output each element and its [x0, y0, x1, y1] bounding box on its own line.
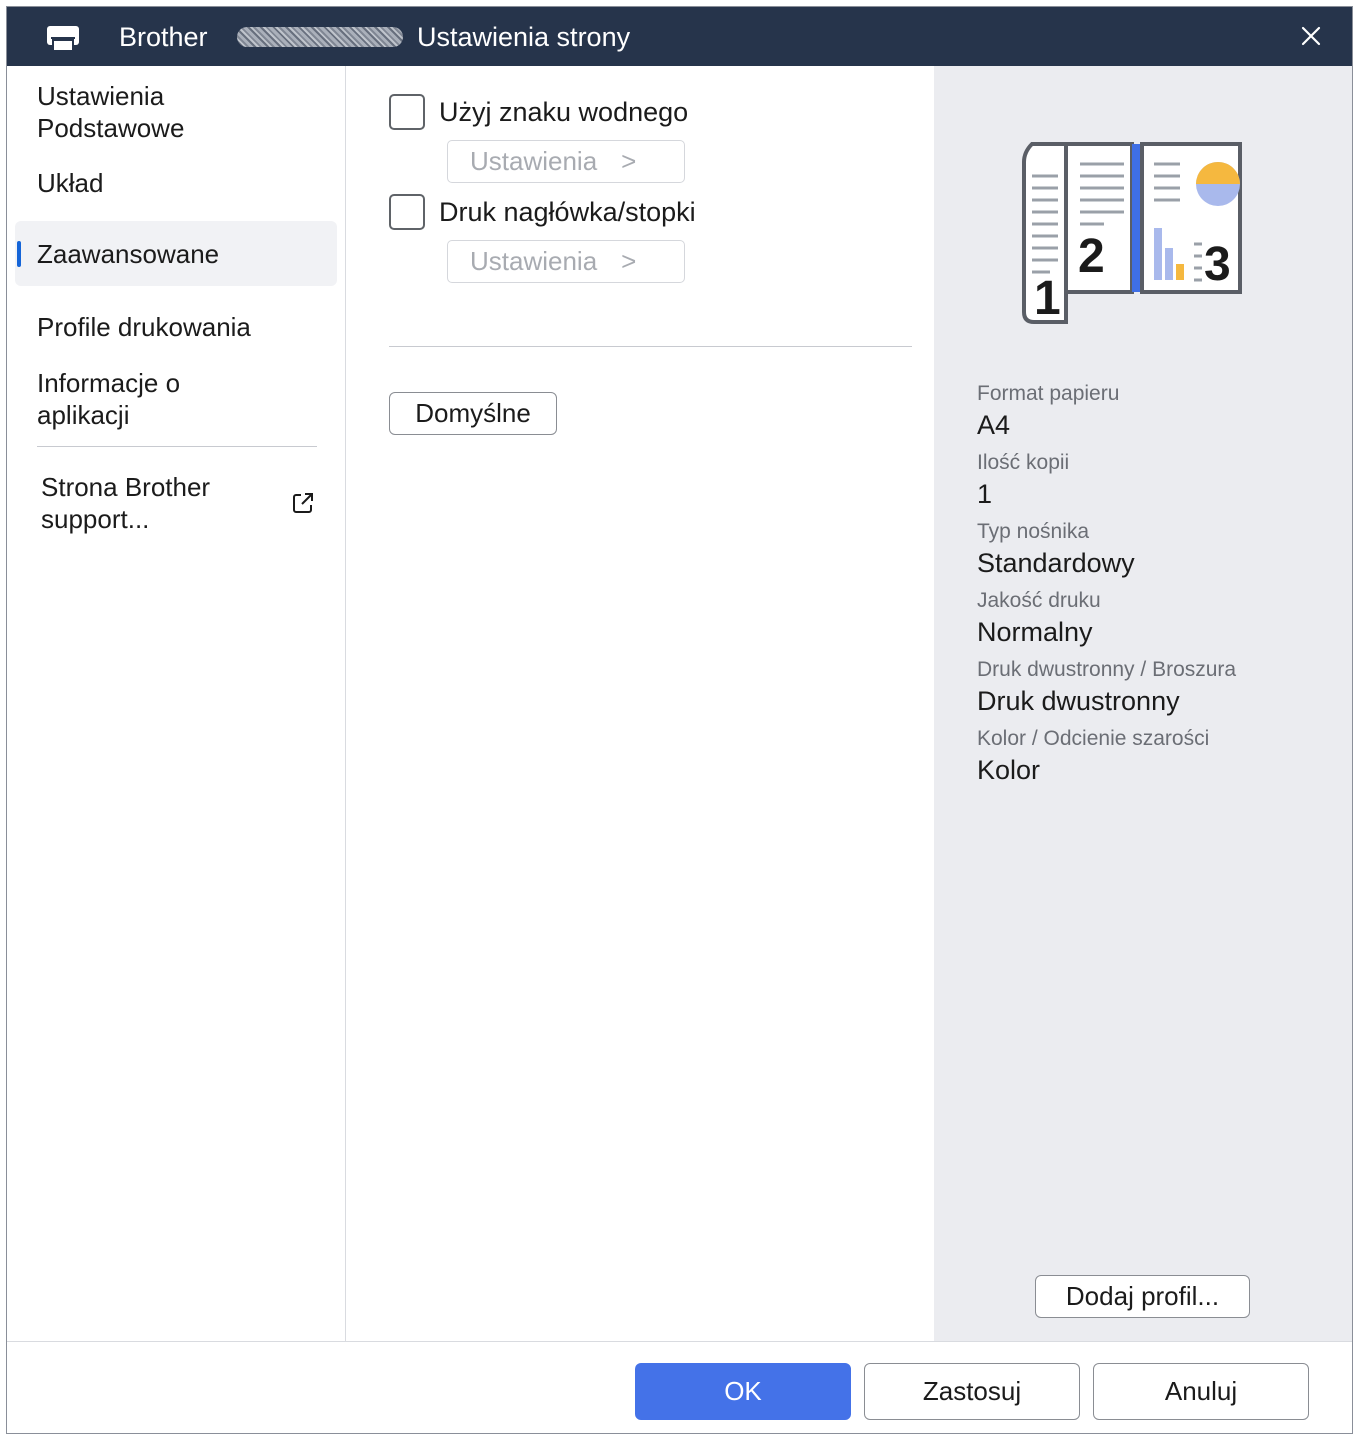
advanced-settings-panel: Użyj znaku wodnego Ustawienia > Druk nag…	[346, 66, 934, 1341]
support-link-label: support...	[41, 504, 150, 534]
duplex-value: Druk dwustronny	[977, 686, 1180, 716]
print-settings-dialog: Brother Ustawienia strony Ustawienia Pod…	[6, 6, 1353, 1434]
add-profile-button[interactable]: Dodaj profil...	[1035, 1275, 1250, 1318]
chevron-right-icon: >	[621, 146, 637, 176]
support-link[interactable]: Strona Brother support...	[15, 471, 275, 535]
color-mode-label: Kolor / Odcienie szarości	[977, 727, 1210, 750]
apply-button[interactable]: Zastosuj	[864, 1363, 1080, 1420]
chevron-right-icon: >	[621, 246, 637, 276]
media-type-value: Standardowy	[977, 548, 1135, 578]
settings-summary-panel: 1 2 3 Format papieru A4 Ilość kopii 1 Ty…	[934, 66, 1352, 1341]
watermark-checkbox[interactable]	[389, 94, 425, 130]
sidebar-item-label: Profile drukowania	[37, 312, 251, 342]
page-number-1: 1	[1034, 272, 1061, 325]
redacted-model-name	[237, 27, 403, 47]
watermark-checkbox-row[interactable]: Użyj znaku wodnego	[389, 94, 688, 130]
duplex-preview-image: 1 2 3	[1022, 142, 1242, 325]
support-link-label: Strona Brother	[41, 472, 211, 502]
sidebar-item-basic-settings[interactable]: Ustawienia Podstawowe	[15, 80, 337, 144]
sidebar-item-about[interactable]: Informacje o aplikacji	[15, 367, 337, 431]
duplex-label: Druk dwustronny / Broszura	[977, 658, 1237, 681]
dialog-footer: OK Zastosuj Anuluj	[7, 1341, 1352, 1433]
header-footer-checkbox[interactable]	[389, 194, 425, 230]
page-number-2: 2	[1078, 230, 1105, 283]
sidebar-item-advanced[interactable]: Zaawansowane	[15, 221, 337, 286]
header-footer-settings-button[interactable]: Ustawienia >	[447, 240, 685, 283]
sidebar-item-label: aplikacji	[37, 400, 130, 430]
paper-size-label: Format papieru	[977, 382, 1120, 405]
close-icon[interactable]	[1296, 21, 1326, 51]
settings-button-label: Ustawienia	[470, 146, 598, 176]
sidebar-item-label: Zaawansowane	[37, 239, 220, 269]
page-number-3: 3	[1204, 238, 1231, 291]
content-divider	[389, 346, 912, 347]
sidebar-item-label: Ustawienia	[37, 81, 165, 111]
header-footer-label: Druk nagłówka/stopki	[439, 196, 696, 227]
print-quality-label: Jakość druku	[977, 589, 1101, 612]
header-footer-checkbox-row[interactable]: Druk nagłówka/stopki	[389, 194, 696, 230]
sidebar-item-label: Informacje o	[37, 368, 181, 398]
external-link-icon[interactable]	[291, 491, 315, 515]
watermark-label: Użyj znaku wodnego	[439, 96, 689, 127]
sidebar-item-label: Podstawowe	[37, 113, 185, 143]
sidebar-item-layout[interactable]: Układ	[15, 167, 337, 199]
sidebar-divider	[37, 446, 317, 447]
copies-label: Ilość kopii	[977, 451, 1070, 474]
sidebar-item-label: Układ	[37, 168, 104, 198]
print-quality-value: Normalny	[977, 617, 1093, 647]
title-brand: Brother	[119, 22, 208, 52]
media-type-label: Typ nośnika	[977, 520, 1090, 543]
ok-button[interactable]: OK	[635, 1363, 851, 1420]
printer-icon	[47, 26, 79, 52]
settings-button-label: Ustawienia	[470, 246, 598, 276]
copies-value: 1	[977, 479, 993, 509]
active-indicator	[17, 241, 21, 267]
sidebar-item-print-profiles[interactable]: Profile drukowania	[15, 311, 337, 343]
color-mode-value: Kolor	[977, 755, 1041, 785]
default-button[interactable]: Domyślne	[389, 392, 557, 435]
window-title: Ustawienia strony	[417, 22, 631, 52]
paper-size-value: A4	[977, 410, 1011, 440]
sidebar: Ustawienia Podstawowe Układ Zaawansowane…	[7, 66, 346, 1341]
cancel-button[interactable]: Anuluj	[1093, 1363, 1309, 1420]
title-bar: Brother Ustawienia strony	[7, 7, 1352, 66]
watermark-settings-button[interactable]: Ustawienia >	[447, 140, 685, 183]
